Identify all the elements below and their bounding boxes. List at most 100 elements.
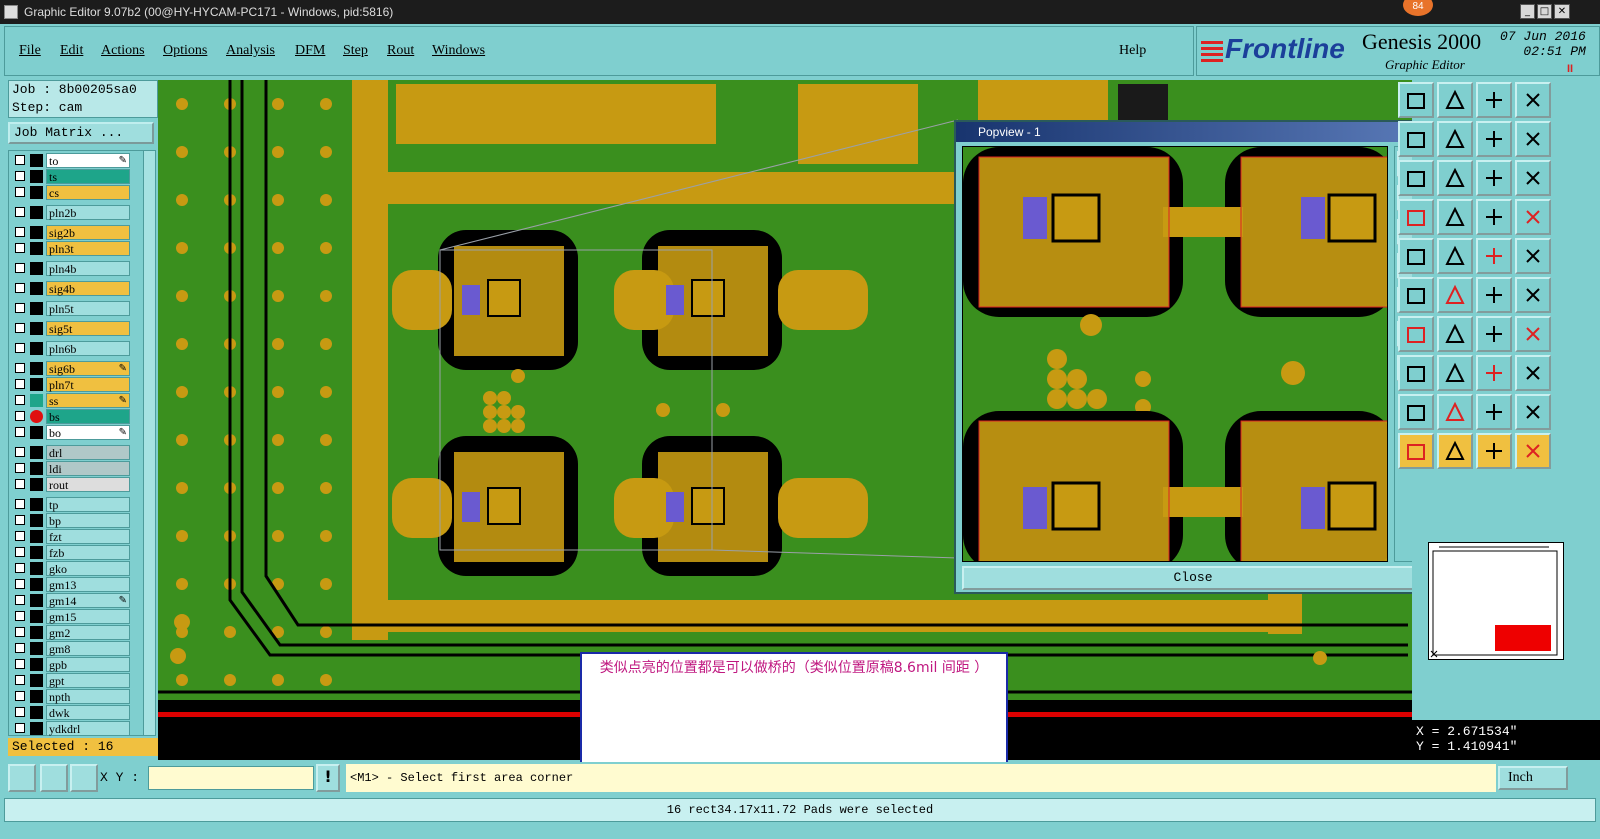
layer-row[interactable]: gm14 ✎ [9, 593, 133, 608]
layer-row[interactable]: pln3t [9, 241, 133, 256]
layer-name[interactable]: pln5t [46, 301, 130, 316]
layer-checkbox[interactable] [15, 427, 25, 437]
layer-name[interactable]: sig4b [46, 281, 130, 296]
menu-help[interactable]: Help [1119, 43, 1146, 59]
layer-name[interactable]: dwk [46, 705, 130, 720]
layer-row[interactable]: pln5t [9, 301, 133, 316]
layer-name[interactable]: cs [46, 185, 130, 200]
pad-snap-icon[interactable] [1398, 199, 1434, 235]
layer-name[interactable]: gpb [46, 657, 130, 672]
grid-mode-icon[interactable] [70, 764, 98, 792]
layer-row[interactable]: sig2b [9, 225, 133, 240]
layer-name[interactable]: gm15 [46, 609, 130, 624]
layer-checkbox[interactable] [15, 723, 25, 733]
layer-checkbox[interactable] [15, 595, 25, 605]
net-select-icon[interactable] [1515, 433, 1551, 469]
layer-checkbox[interactable] [15, 379, 25, 389]
red-dash-icon[interactable] [1437, 355, 1473, 391]
layer-row[interactable]: dwk [9, 705, 133, 720]
layer-checkbox[interactable] [15, 611, 25, 621]
layer-row[interactable]: pln6b [9, 341, 133, 356]
layer-checkbox[interactable] [15, 343, 25, 353]
layer-name[interactable]: gm2 [46, 625, 130, 640]
select-arrow-alt-icon[interactable] [1476, 433, 1512, 469]
layer-name[interactable]: to ✎ [46, 153, 130, 168]
layer-name[interactable]: pln6b [46, 341, 130, 356]
layer-row[interactable]: bs [9, 409, 133, 424]
layer-checkbox[interactable] [15, 363, 25, 373]
layer-checkbox[interactable] [15, 531, 25, 541]
layer-name[interactable]: pln7t [46, 377, 130, 392]
draw-line-icon[interactable] [1437, 238, 1473, 274]
red-dot-icon[interactable] [1398, 355, 1434, 391]
layer-name[interactable]: ldi [46, 461, 130, 476]
layer-name[interactable]: sig5t [46, 321, 130, 336]
zoom-home-icon[interactable] [1515, 82, 1551, 118]
layer-row[interactable]: to ✎ [9, 153, 133, 168]
maximize-button[interactable]: □ [1537, 4, 1552, 19]
layer-name[interactable]: gm13 [46, 577, 130, 592]
measure-mode-icon[interactable] [40, 764, 68, 792]
layer-checkbox[interactable] [15, 479, 25, 489]
pad-icon[interactable] [1515, 238, 1551, 274]
layer-row[interactable]: ydkdrl [9, 721, 133, 736]
layer-name[interactable]: pln3t [46, 241, 130, 256]
line-snap-icon[interactable] [1437, 199, 1473, 235]
layer-name[interactable]: bp [46, 513, 130, 528]
layer-checkbox[interactable] [15, 187, 25, 197]
layer-checkbox[interactable] [15, 515, 25, 525]
layer-row[interactable]: rout [9, 477, 133, 492]
copy-icon[interactable] [1398, 238, 1434, 274]
triangle-a-icon[interactable] [1437, 394, 1473, 430]
popview-titlebar[interactable]: Popview - 1 [956, 122, 1428, 142]
layer-row[interactable]: gm15 [9, 609, 133, 624]
layer-name[interactable]: pln4b [46, 261, 130, 276]
alert-icon[interactable]: ! [316, 764, 340, 792]
layer-row[interactable]: npth [9, 689, 133, 704]
layer-row[interactable]: fzb [9, 545, 133, 560]
unit-selector[interactable]: Inch [1498, 766, 1568, 790]
layer-name[interactable]: bs [46, 409, 130, 424]
move-center-icon[interactable] [1437, 160, 1473, 196]
layer-name[interactable]: fzt [46, 529, 130, 544]
layer-checkbox[interactable] [15, 675, 25, 685]
display-line-icon[interactable] [1515, 199, 1551, 235]
layer-name[interactable]: sig6b ✎ [46, 361, 130, 376]
side-by-side-icon[interactable] [1476, 121, 1512, 157]
layer-name[interactable]: fzb [46, 545, 130, 560]
layer-checkbox[interactable] [15, 171, 25, 181]
layer-checkbox[interactable] [15, 691, 25, 701]
layer-name[interactable]: npth [46, 689, 130, 704]
layer-name[interactable]: ss ✎ [46, 393, 130, 408]
red-line-icon[interactable] [1437, 316, 1473, 352]
arc-a-icon[interactable] [1476, 394, 1512, 430]
move-step-icon[interactable] [1437, 121, 1473, 157]
layer-checkbox[interactable] [15, 707, 25, 717]
layer-row[interactable]: bo ✎ [9, 425, 133, 440]
layer-checkbox[interactable] [15, 643, 25, 653]
triangle-b-icon[interactable] [1515, 394, 1551, 430]
layer-row[interactable]: gm13 [9, 577, 133, 592]
zoom-back-icon[interactable] [1398, 121, 1434, 157]
layer-checkbox[interactable] [15, 627, 25, 637]
layer-name[interactable]: gpt [46, 673, 130, 688]
xy-input[interactable] [148, 766, 314, 790]
layer-checkbox[interactable] [15, 227, 25, 237]
layer-checkbox[interactable] [15, 447, 25, 457]
layer-checkbox[interactable] [15, 207, 25, 217]
layer-row[interactable]: ldi [9, 461, 133, 476]
layer-row[interactable]: sig5t [9, 321, 133, 336]
layer-row[interactable]: pln2b [9, 205, 133, 220]
layer-name[interactable]: tp [46, 497, 130, 512]
layer-checkbox[interactable] [15, 323, 25, 333]
pause-icon[interactable]: II [1567, 63, 1573, 75]
close-window-button[interactable]: ✕ [1554, 4, 1570, 19]
layer-checkbox[interactable] [15, 579, 25, 589]
menu-actions[interactable]: Actions [101, 43, 145, 59]
measure-box-icon[interactable] [1476, 355, 1512, 391]
layer-row[interactable]: sig6b ✎ [9, 361, 133, 376]
layer-name[interactable]: gm8 [46, 641, 130, 656]
menu-dfm[interactable]: DFM [295, 43, 325, 59]
layer-row[interactable]: drl [9, 445, 133, 460]
layer-checkbox[interactable] [15, 499, 25, 509]
